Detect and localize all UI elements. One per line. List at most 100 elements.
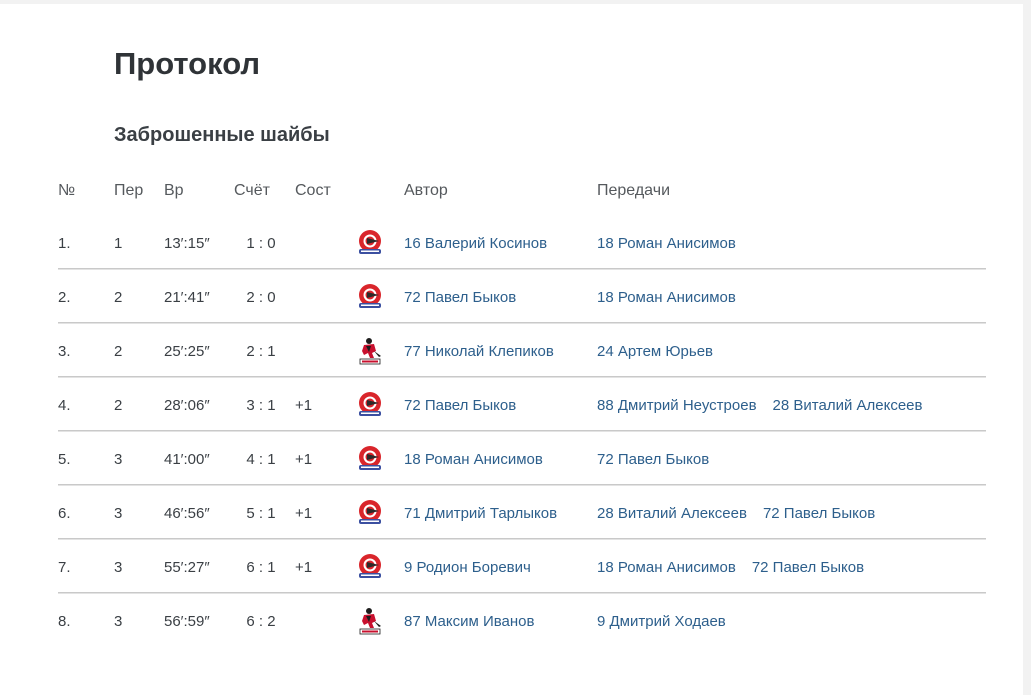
- goal-author-link[interactable]: 9 Родион Боревич: [404, 540, 531, 594]
- goal-time: 21′:41″: [164, 270, 210, 324]
- column-header-score: Счёт: [234, 182, 270, 199]
- goal-assists: 18 Роман Анисимов 72 Павел Быков: [597, 540, 864, 594]
- goal-score: 6 : 1: [234, 540, 288, 594]
- goal-period: 3: [114, 594, 122, 648]
- goal-time-text: 41′:00″: [164, 450, 210, 468]
- goal-author-link[interactable]: 18 Роман Анисимов: [404, 432, 543, 486]
- goal-state: +1: [295, 432, 312, 486]
- goal-number-text: 5.: [58, 450, 71, 468]
- goal-author-link[interactable]: 72 Павел Быков: [404, 378, 516, 432]
- team-b-logo-icon: [353, 594, 387, 648]
- goal-time-text: 21′:41″: [164, 288, 210, 306]
- goal-assists: 88 Дмитрий Неустроев 28 Виталий Алексеев: [597, 378, 923, 432]
- goal-state-text: +1: [295, 504, 313, 522]
- goal-author-link[interactable]: 87 Максим Иванов: [404, 594, 534, 648]
- goal-score: 4 : 1: [234, 432, 288, 486]
- goal-author-link-text[interactable]: 16 Валерий Косинов: [404, 235, 547, 252]
- assist-player-link[interactable]: 28 Виталий Алексеев: [773, 397, 923, 414]
- goal-period-text: 3: [114, 558, 123, 576]
- goal-number: 7.: [58, 540, 71, 594]
- goal-row: 7. 3 55′:27″ 6 : 1 +1 9 Родион Боревич 18 Ром…: [0, 540, 1023, 594]
- goal-state-text: +1: [295, 450, 313, 468]
- goal-author-link-text[interactable]: 72 Павел Быков: [404, 397, 516, 414]
- assist-player-link[interactable]: 28 Виталий Алексеев: [597, 505, 747, 522]
- goal-number: 2.: [58, 270, 71, 324]
- team-a-logo-icon: [353, 378, 387, 432]
- goal-rows: 1. 1 13′:15″ 1 : 0 16 Валерий Косинов 18 Ром…: [0, 216, 1023, 648]
- goal-score: 3 : 1: [234, 378, 288, 432]
- goal-author-link-text[interactable]: 77 Николай Клепиков: [404, 343, 554, 360]
- column-header-time: Вр: [164, 182, 184, 199]
- goal-assists: 72 Павел Быков: [597, 432, 709, 486]
- team-a-logo-icon: [353, 540, 387, 594]
- goal-period: 2: [114, 378, 122, 432]
- goal-period-text: 3: [114, 504, 123, 522]
- goal-assists: 9 Дмитрий Ходаев: [597, 594, 726, 648]
- goal-score-text: 6 : 2: [246, 612, 276, 630]
- goal-number-text: 3.: [58, 342, 71, 360]
- goal-assists: 28 Виталий Алексеев 72 Павел Быков: [597, 486, 875, 540]
- goal-score-text: 6 : 1: [246, 558, 276, 576]
- goal-author-link[interactable]: 71 Дмитрий Тарлыков: [404, 486, 557, 540]
- goal-author-link[interactable]: 77 Николай Клепиков: [404, 324, 554, 378]
- goal-author-link[interactable]: 16 Валерий Косинов: [404, 216, 547, 270]
- team-a-logo-icon: [353, 216, 387, 270]
- goal-number: 1.: [58, 216, 71, 270]
- protocol-card: Протокол Заброшенные шайбы № Пер Вр Счёт…: [0, 4, 1023, 695]
- goal-period: 3: [114, 432, 122, 486]
- goal-score-text: 1 : 0: [246, 234, 276, 252]
- goal-number-text: 7.: [58, 558, 71, 576]
- goal-row: 1. 1 13′:15″ 1 : 0 16 Валерий Косинов 18 Ром…: [0, 216, 1023, 270]
- column-header-state: Сост: [295, 182, 331, 199]
- assist-player-link[interactable]: 88 Дмитрий Неустроев: [597, 397, 757, 414]
- assist-player-link[interactable]: 18 Роман Анисимов: [597, 289, 736, 306]
- section-title: Заброшенные шайбы: [114, 124, 330, 146]
- team-a-logo-icon: [353, 432, 387, 486]
- team-b-logo-icon: [353, 324, 387, 378]
- assist-player-link[interactable]: 18 Роман Анисимов: [597, 235, 736, 252]
- goal-score: 2 : 0: [234, 270, 288, 324]
- assist-player-link[interactable]: 9 Дмитрий Ходаев: [597, 613, 726, 630]
- team-a-logo-icon: [353, 486, 387, 540]
- page-title: Протокол: [114, 46, 261, 81]
- goal-score: 1 : 0: [234, 216, 288, 270]
- goal-score: 6 : 2: [234, 594, 288, 648]
- goal-number: 8.: [58, 594, 71, 648]
- column-header-author: Автор: [404, 182, 448, 199]
- goal-author-link-text[interactable]: 71 Дмитрий Тарлыков: [404, 505, 557, 522]
- goal-row: 4. 2 28′:06″ 3 : 1 +1 72 Павел Быков 88 Дмитр…: [0, 378, 1023, 432]
- goal-author-link-text[interactable]: 18 Роман Анисимов: [404, 451, 543, 468]
- goal-time-text: 55′:27″: [164, 558, 210, 576]
- goal-time: 41′:00″: [164, 432, 210, 486]
- goal-assists: 18 Роман Анисимов: [597, 216, 736, 270]
- team-a-logo-icon: [353, 270, 387, 324]
- goal-score-text: 5 : 1: [246, 504, 276, 522]
- goal-row: 8. 3 56′:59″ 6 : 2 87 Максим Иванов 9 Дмитри…: [0, 594, 1023, 648]
- goal-score: 5 : 1: [234, 486, 288, 540]
- goal-score-text: 3 : 1: [246, 396, 276, 414]
- goal-time: 13′:15″: [164, 216, 210, 270]
- goal-time: 55′:27″: [164, 540, 210, 594]
- goal-time: 28′:06″: [164, 378, 210, 432]
- assist-player-link[interactable]: 18 Роман Анисимов: [597, 559, 736, 576]
- goal-author-link-text[interactable]: 9 Родион Боревич: [404, 559, 531, 576]
- goal-period-text: 2: [114, 288, 123, 306]
- goal-time: 46′:56″: [164, 486, 210, 540]
- goal-time-text: 56′:59″: [164, 612, 210, 630]
- column-header-num: №: [58, 182, 76, 199]
- goal-number: 3.: [58, 324, 71, 378]
- goal-state-text: +1: [295, 558, 313, 576]
- assist-player-link[interactable]: 72 Павел Быков: [597, 451, 709, 468]
- goal-number-text: 1.: [58, 234, 71, 252]
- assist-player-link[interactable]: 72 Павел Быков: [763, 505, 875, 522]
- goal-time-text: 25′:25″: [164, 342, 210, 360]
- goal-state-text: +1: [295, 396, 313, 414]
- assist-player-link[interactable]: 72 Павел Быков: [752, 559, 864, 576]
- goal-row: 6. 3 46′:56″ 5 : 1 +1 71 Дмитрий Тарлыков 28 …: [0, 486, 1023, 540]
- goal-period: 3: [114, 540, 122, 594]
- goal-author-link-text[interactable]: 72 Павел Быков: [404, 289, 516, 306]
- goal-author-link[interactable]: 72 Павел Быков: [404, 270, 516, 324]
- goal-period-text: 2: [114, 396, 123, 414]
- goal-author-link-text[interactable]: 87 Максим Иванов: [404, 613, 534, 630]
- assist-player-link[interactable]: 24 Артем Юрьев: [597, 343, 713, 360]
